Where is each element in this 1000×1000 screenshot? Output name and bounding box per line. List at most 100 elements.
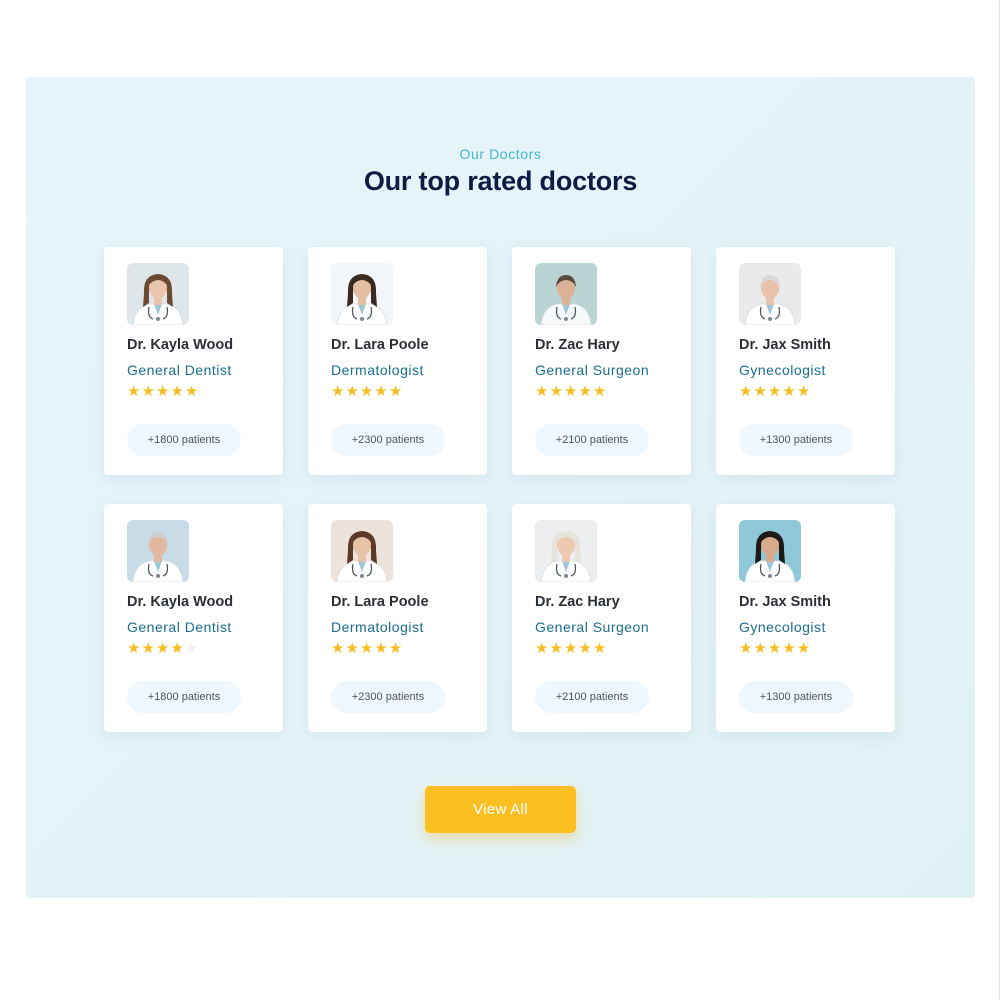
star-filled-icon: ★: [578, 640, 592, 657]
doctor-photo: [127, 263, 189, 325]
patients-count-badge: +1800 patients: [127, 681, 241, 713]
star-filled-icon: ★: [549, 383, 563, 400]
star-filled-icon: ★: [739, 640, 753, 657]
doctor-photo: [331, 263, 393, 325]
star-filled-icon: ★: [345, 383, 359, 400]
star-filled-icon: ★: [374, 640, 388, 657]
doctor-specialty: Dermatologist: [331, 619, 424, 635]
doctor-grid: Dr. Kayla Wood General Dentist ★ ★ ★ ★ ★ +18…: [104, 247, 895, 732]
female-doctor-photo-icon: [331, 520, 393, 582]
doctor-card[interactable]: Dr. Jax Smith Gynecologist ★ ★ ★ ★ ★ +1300 p…: [716, 247, 895, 475]
star-filled-icon: ★: [127, 383, 141, 400]
star-filled-icon: ★: [796, 383, 811, 400]
female-doctor-photo-icon: [739, 520, 801, 582]
doctor-card[interactable]: Dr. Lara Poole Dermatologist ★ ★ ★ ★ ★ +2300…: [308, 247, 487, 475]
doctor-photo: [535, 263, 597, 325]
star-filled-icon: ★: [127, 640, 141, 657]
star-filled-icon: ★: [753, 640, 767, 657]
doctor-card[interactable]: Dr. Lara Poole Dermatologist ★ ★ ★ ★ ★ +2300…: [308, 504, 487, 732]
male-doctor-photo-icon: [739, 263, 801, 325]
star-filled-icon: ★: [345, 640, 359, 657]
rating-stars: ★ ★ ★ ★ ★: [127, 640, 198, 658]
male-doctor-photo-icon: [127, 520, 189, 582]
section-eyebrow: Our Doctors: [459, 146, 542, 162]
female-doctor-photo-icon: [535, 520, 597, 582]
doctor-photo: [331, 520, 393, 582]
star-filled-icon: ★: [359, 640, 374, 657]
female-doctor-photo-icon: [331, 263, 393, 325]
doctors-section: Our Doctors Our top rated doctors Dr. Ka…: [26, 77, 975, 898]
section-title: Our top rated doctors: [363, 166, 638, 196]
rating-stars: ★ ★ ★ ★ ★: [535, 383, 606, 401]
star-empty-icon: ★: [184, 640, 199, 657]
star-filled-icon: ★: [141, 640, 155, 657]
doctor-name: Dr. Lara Poole: [331, 594, 429, 610]
star-filled-icon: ★: [388, 383, 403, 400]
female-doctor-photo-icon: [127, 263, 189, 325]
patients-count-badge: +1800 patients: [127, 424, 241, 456]
star-filled-icon: ★: [184, 383, 199, 400]
rating-stars: ★ ★ ★ ★ ★: [535, 640, 606, 658]
star-filled-icon: ★: [331, 383, 345, 400]
doctor-photo: [739, 263, 801, 325]
star-filled-icon: ★: [359, 383, 374, 400]
doctor-name: Dr. Zac Hary: [535, 594, 620, 610]
doctor-specialty: Gynecologist: [739, 619, 826, 635]
male-doctor-photo-icon: [535, 263, 597, 325]
star-filled-icon: ★: [767, 640, 782, 657]
doctor-card[interactable]: Dr. Jax Smith Gynecologist ★ ★ ★ ★ ★ +1300 p…: [716, 504, 895, 732]
doctor-name: Dr. Lara Poole: [331, 337, 429, 353]
doctor-card[interactable]: Dr. Zac Hary General Surgeon ★ ★ ★ ★ ★ +2100…: [512, 504, 691, 732]
doctor-specialty: General Dentist: [127, 619, 232, 635]
star-filled-icon: ★: [563, 383, 578, 400]
doctor-card[interactable]: Dr. Zac Hary General Surgeon ★ ★ ★ ★ ★ +2100…: [512, 247, 691, 475]
star-filled-icon: ★: [796, 640, 811, 657]
rating-stars: ★ ★ ★ ★ ★: [331, 383, 402, 401]
doctor-card[interactable]: Dr. Kayla Wood General Dentist ★ ★ ★ ★ ★ +18…: [104, 504, 283, 732]
star-filled-icon: ★: [535, 640, 549, 657]
doctor-specialty: Dermatologist: [331, 362, 424, 378]
star-filled-icon: ★: [388, 640, 403, 657]
patients-count-badge: +1300 patients: [739, 424, 853, 456]
doctor-name: Dr. Kayla Wood: [127, 594, 234, 610]
star-filled-icon: ★: [592, 640, 607, 657]
rating-stars: ★ ★ ★ ★ ★: [331, 640, 402, 658]
rating-stars: ★ ★ ★ ★ ★: [739, 640, 810, 658]
star-filled-icon: ★: [578, 383, 592, 400]
doctor-name: Dr. Jax Smith: [739, 337, 831, 353]
star-filled-icon: ★: [549, 640, 563, 657]
star-filled-icon: ★: [782, 383, 796, 400]
rating-stars: ★ ★ ★ ★ ★: [739, 383, 810, 401]
patients-count-badge: +2100 patients: [535, 424, 649, 456]
rating-stars: ★ ★ ★ ★ ★: [127, 383, 198, 401]
doctor-name: Dr. Jax Smith: [739, 594, 831, 610]
doctor-specialty: Gynecologist: [739, 362, 826, 378]
doctor-name: Dr. Zac Hary: [535, 337, 620, 353]
doctor-photo: [739, 520, 801, 582]
doctor-specialty: General Dentist: [127, 362, 232, 378]
star-filled-icon: ★: [170, 640, 184, 657]
star-filled-icon: ★: [141, 383, 155, 400]
doctor-photo: [535, 520, 597, 582]
star-filled-icon: ★: [563, 640, 578, 657]
patients-count-badge: +2100 patients: [535, 681, 649, 713]
star-filled-icon: ★: [155, 383, 170, 400]
star-filled-icon: ★: [739, 383, 753, 400]
star-filled-icon: ★: [155, 640, 170, 657]
star-filled-icon: ★: [170, 383, 184, 400]
star-filled-icon: ★: [331, 640, 345, 657]
star-filled-icon: ★: [374, 383, 388, 400]
view-all-button[interactable]: View All: [425, 786, 576, 833]
star-filled-icon: ★: [592, 383, 607, 400]
star-filled-icon: ★: [782, 640, 796, 657]
patients-count-badge: +2300 patients: [331, 681, 445, 713]
doctor-specialty: General Surgeon: [535, 362, 650, 378]
doctor-card[interactable]: Dr. Kayla Wood General Dentist ★ ★ ★ ★ ★ +18…: [104, 247, 283, 475]
doctor-specialty: General Surgeon: [535, 619, 650, 635]
doctor-photo: [127, 520, 189, 582]
star-filled-icon: ★: [535, 383, 549, 400]
patients-count-badge: +2300 patients: [331, 424, 445, 456]
patients-count-badge: +1300 patients: [739, 681, 853, 713]
doctor-name: Dr. Kayla Wood: [127, 337, 234, 353]
star-filled-icon: ★: [767, 383, 782, 400]
